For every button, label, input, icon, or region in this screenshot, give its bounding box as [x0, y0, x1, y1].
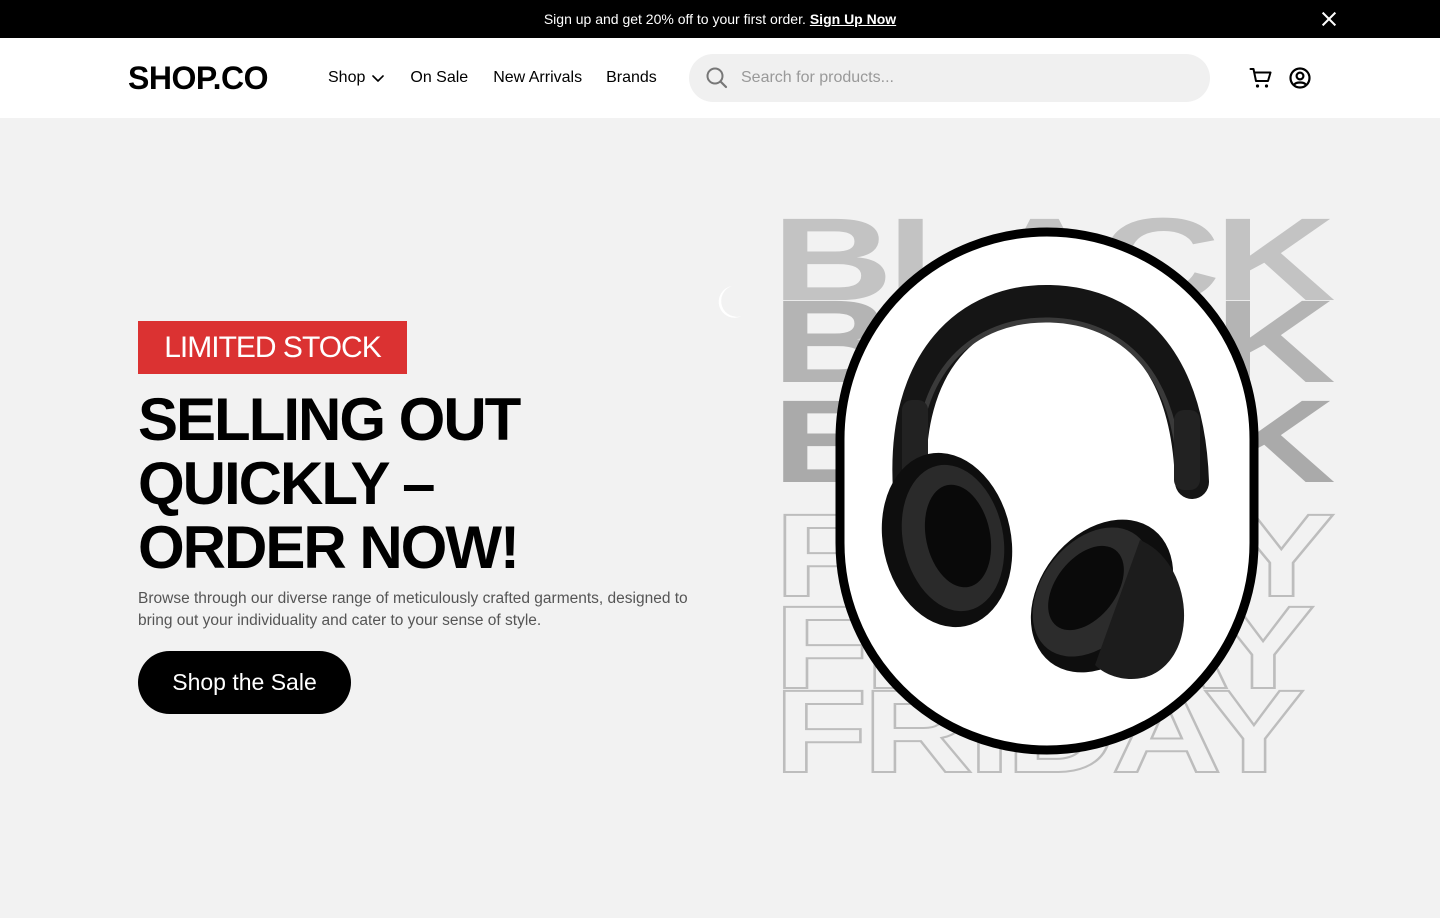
crescent-decoration	[718, 286, 742, 318]
headline-line-1: SELLING OUT	[138, 386, 521, 453]
sign-up-link[interactable]: Sign Up Now	[810, 11, 896, 27]
search-input[interactable]	[741, 69, 1181, 87]
chevron-down-icon	[372, 75, 385, 82]
crescent-decoration	[675, 730, 700, 766]
limited-stock-badge: LIMITED STOCK	[138, 321, 407, 374]
nav-shop[interactable]: Shop	[328, 66, 385, 90]
hero-headline: SELLING OUT QUICKLY – ORDER NOW!	[138, 388, 698, 580]
site-header: SHOP.CO Shop On Sale New Arrivals Brands	[0, 38, 1440, 118]
nav-brands[interactable]: Brands	[606, 66, 657, 90]
close-icon[interactable]	[1318, 8, 1340, 30]
shop-the-sale-button[interactable]: Shop the Sale	[138, 651, 351, 714]
headline-line-3: ORDER NOW!	[138, 514, 520, 581]
announcement-text: Sign up and get 20% off to your first or…	[543, 11, 806, 27]
search-bar	[689, 54, 1210, 102]
announcement-bar: Sign up and get 20% off to your first or…	[0, 0, 1440, 38]
nav-on-sale[interactable]: On Sale	[410, 66, 468, 90]
hero-art: BLACK BLACK BLACK FRIDAY FRIDAY FRIDAY	[640, 160, 1380, 800]
search-icon	[706, 67, 728, 89]
nav-new-arrivals[interactable]: New Arrivals	[493, 66, 582, 90]
headline-line-2: QUICKLY –	[138, 450, 435, 517]
black-friday-graphic: BLACK BLACK BLACK FRIDAY FRIDAY FRIDAY	[675, 178, 1339, 799]
account-icon[interactable]	[1288, 66, 1312, 90]
main-nav: Shop On Sale New Arrivals Brands	[328, 66, 657, 90]
logo[interactable]: SHOP.CO	[128, 58, 268, 98]
nav-shop-label: Shop	[328, 69, 366, 86]
hero-description: Browse through our diverse range of meti…	[138, 590, 688, 629]
cart-icon[interactable]	[1249, 66, 1273, 90]
